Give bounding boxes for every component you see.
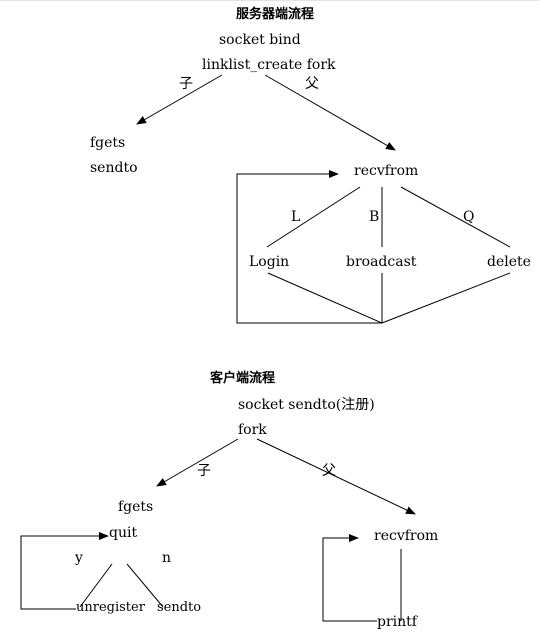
server-title: 服务器端流程 — [236, 7, 315, 22]
client-parent-label: 父 — [322, 463, 336, 479]
connector-lines — [20, 74, 511, 622]
branch-delete-line — [400, 186, 511, 248]
server-step-linklist-fork: linklist_create fork — [202, 57, 336, 73]
quit-no-label: n — [162, 550, 172, 566]
client-quit: quit — [109, 525, 138, 541]
flowchart-canvas: 服务器端流程 socket bind linklist_create fork … — [0, 0, 540, 642]
server-recvfrom: recvfrom — [354, 163, 419, 179]
server-child-sendto: sendto — [90, 160, 138, 176]
branch-label-l: L — [291, 209, 301, 225]
client-parent-arrow — [256, 438, 416, 515]
client-recv-loop-line — [322, 534, 377, 622]
client-step-fork: fork — [238, 422, 267, 438]
branch-login-line — [266, 186, 361, 248]
server-broadcast: broadcast — [346, 254, 417, 270]
client-child-label: 子 — [197, 463, 211, 479]
quit-yes-label: y — [75, 550, 83, 566]
server-delete: delete — [487, 254, 531, 270]
server-loop-line — [236, 170, 382, 324]
client-recvfrom: recvfrom — [374, 528, 439, 544]
client-step-socket-sendto: socket sendto(注册) — [238, 397, 375, 413]
server-login: Login — [249, 254, 290, 270]
server-step-socket-bind: socket bind — [219, 32, 301, 48]
client-title: 客户端流程 — [210, 371, 276, 386]
login-merge-line — [267, 272, 383, 324]
server-child-label: 子 — [179, 76, 193, 92]
client-printf: printf — [377, 614, 417, 630]
client-fgets: fgets — [118, 499, 154, 515]
server-child-fgets: fgets — [90, 135, 126, 151]
branch-label-b: B — [369, 209, 380, 225]
client-sendto: sendto — [157, 600, 202, 615]
client-quit-loop-line — [20, 532, 109, 610]
branch-label-q: Q — [463, 209, 475, 225]
client-unregister: unregister — [76, 600, 145, 615]
delete-merge-line — [381, 272, 511, 324]
server-parent-arrow — [264, 74, 396, 151]
server-parent-label: 父 — [305, 76, 319, 92]
